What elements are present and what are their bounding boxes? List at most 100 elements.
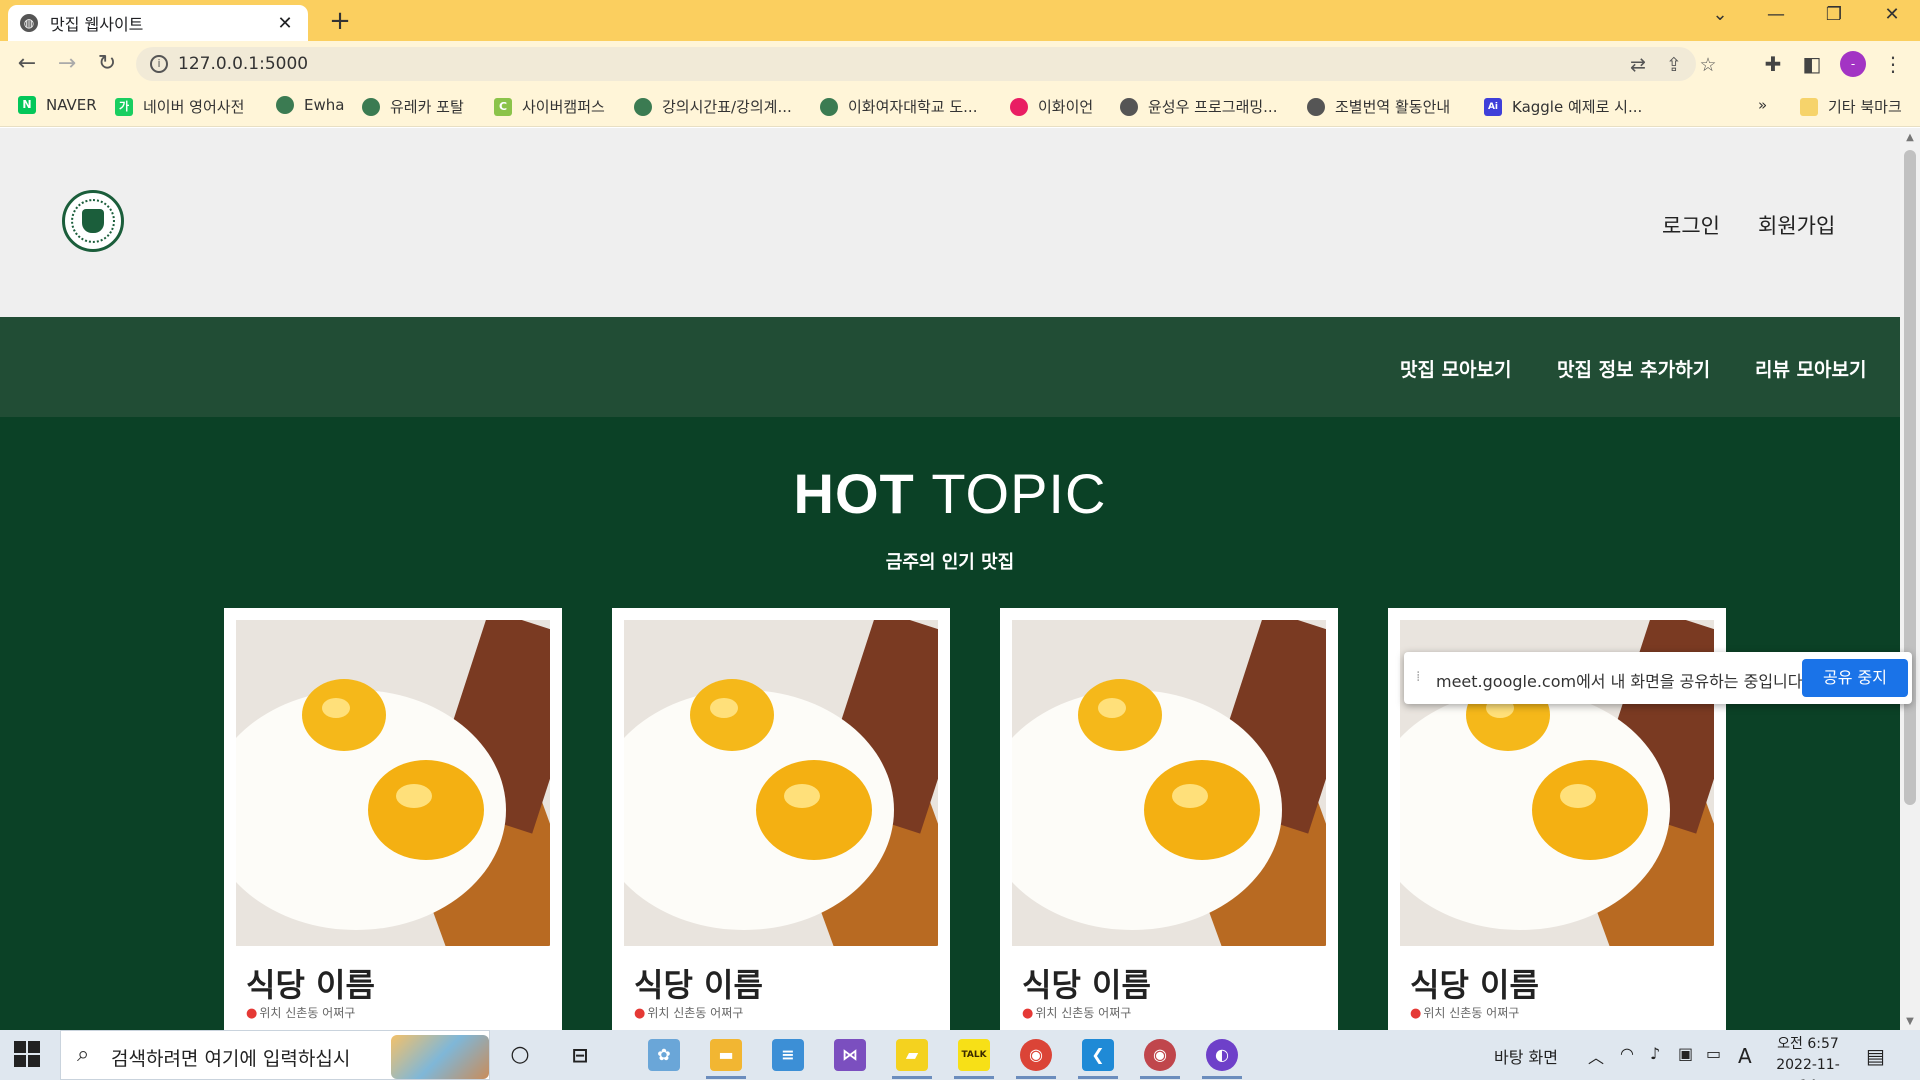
active-indicator <box>1078 1076 1118 1079</box>
volume-icon[interactable]: ♪ <box>1650 1044 1660 1063</box>
battery-icon[interactable]: ▭ <box>1706 1044 1721 1063</box>
ewha-icon <box>362 97 380 116</box>
bookmark-item[interactable]: N NAVER <box>18 96 97 114</box>
location-text: 위치 신촌동 어쩌구 <box>1035 1006 1132 1020</box>
bookmark-star-icon[interactable]: ☆ <box>1696 54 1720 76</box>
signup-link[interactable]: 회원가입 <box>1758 210 1835 240</box>
chrome-icon[interactable]: ◉ <box>1020 1039 1052 1071</box>
browser-tab[interactable]: ◍ 맛집 웹사이트 ✕ <box>8 5 308 41</box>
vscode-icon[interactable]: ❮ <box>1082 1039 1114 1071</box>
flower-icon <box>1010 97 1028 116</box>
bookmark-label: 이화이언 <box>1038 98 1094 116</box>
location-pin-icon: ● <box>246 1006 258 1021</box>
extensions-icon[interactable]: ✚ <box>1760 52 1786 76</box>
restaurant-card[interactable]: 식당 이름 ● 위치 신촌동 어쩌구 <box>1000 608 1338 1030</box>
bookmark-item[interactable]: C 사이버캠퍼스 <box>494 96 605 117</box>
address-bar[interactable]: i 127.0.0.1:5000 ⇄ ⇪ ☆ <box>136 47 1717 81</box>
share-icon[interactable]: ⇪ <box>1662 54 1686 76</box>
ewha-icon <box>276 96 294 114</box>
bookmark-item[interactable]: Ai Kaggle 예제로 시... <box>1484 96 1642 117</box>
active-indicator <box>1140 1076 1180 1079</box>
university-logo-icon[interactable] <box>62 190 124 252</box>
globe-icon <box>1120 97 1138 116</box>
login-link[interactable]: 로그인 <box>1662 210 1720 240</box>
scrollbar-thumb[interactable] <box>1904 150 1916 805</box>
scroll-down-icon[interactable]: ▼ <box>1900 1016 1920 1027</box>
location-text: 위치 신촌동 어쩌구 <box>259 1006 356 1020</box>
bookmark-label: Ewha <box>304 96 345 114</box>
sticky-notes-icon[interactable]: ▰ <box>896 1039 928 1071</box>
cortana-icon[interactable]: ○ <box>504 1039 536 1071</box>
active-indicator <box>892 1076 932 1079</box>
title-bold: HOT <box>793 462 915 525</box>
site-info-icon[interactable]: i <box>150 55 168 73</box>
task-view-icon[interactable]: ⊟ <box>564 1039 596 1071</box>
drag-handle-icon[interactable]: ⁞ <box>1416 669 1420 685</box>
chrome-profile-icon[interactable]: ◉ <box>1144 1039 1176 1071</box>
translate-icon[interactable]: ⇄ <box>1626 54 1650 76</box>
minimize-button[interactable]: — <box>1756 4 1796 25</box>
forward-icon[interactable]: → <box>52 49 82 79</box>
bookmark-item[interactable]: 윤성우 프로그래밍... <box>1120 96 1277 117</box>
bookmarks-overflow-button[interactable]: » <box>1758 96 1767 114</box>
bookmark-item[interactable]: 이화여자대학교 도... <box>820 96 977 117</box>
menu-icon[interactable]: ⋮ <box>1880 52 1906 76</box>
ime-indicator[interactable]: A <box>1738 1044 1752 1068</box>
system-clock[interactable]: 오전 6:57 2022-11-14 <box>1768 1034 1848 1080</box>
nav-restaurant-list[interactable]: 맛집 모아보기 <box>1400 355 1512 382</box>
globe-icon <box>1307 97 1325 116</box>
nav-add-restaurant[interactable]: 맛집 정보 추가하기 <box>1557 355 1710 382</box>
active-indicator <box>706 1076 746 1079</box>
kakaotalk-icon[interactable]: TALK <box>958 1039 990 1071</box>
bookmark-item[interactable]: 조별번역 활동안내 <box>1307 96 1450 117</box>
close-window-button[interactable]: ✕ <box>1872 4 1912 25</box>
restaurant-card[interactable]: 식당 이름 ● 위치 신촌동 어쩌구 <box>224 608 562 1030</box>
new-tab-button[interactable]: + <box>325 6 355 36</box>
tray-overflow-icon[interactable]: ︿ <box>1588 1044 1604 1068</box>
side-panel-icon[interactable]: ◧ <box>1799 52 1825 76</box>
restaurant-card[interactable]: 식당 이름 ● 위치 신촌동 어쩌구 <box>612 608 950 1030</box>
location-pin-icon: ● <box>634 1006 646 1021</box>
search-icon: ⌕ <box>77 1042 90 1067</box>
bookmark-item[interactable]: 유레카 포탈 <box>362 96 464 117</box>
naver-dict-icon: 가 <box>115 97 133 116</box>
paint-icon[interactable]: ✿ <box>648 1039 680 1071</box>
page-scrollbar[interactable]: ▲ ▼ <box>1900 128 1920 1030</box>
back-icon[interactable]: ← <box>12 49 42 79</box>
food-image <box>1012 620 1326 946</box>
bookmark-item[interactable]: 이화이언 <box>1010 96 1093 117</box>
bookmark-item[interactable]: 강의시간표/강의계... <box>634 96 792 117</box>
file-explorer-icon[interactable]: ▬ <box>710 1039 742 1071</box>
bookmark-label: 이화여자대학교 도... <box>848 98 978 116</box>
url-text[interactable]: 127.0.0.1:5000 <box>178 54 308 74</box>
ewha-icon <box>820 97 838 116</box>
other-bookmarks-folder[interactable]: 기타 북마크 <box>1800 96 1902 117</box>
github-desktop-icon[interactable]: ◐ <box>1206 1039 1238 1071</box>
tab-search-icon[interactable]: ⌄ <box>1700 4 1740 25</box>
browser-titlebar: ◍ 맛집 웹사이트 ✕ + ⌄ — ❐ ✕ <box>0 0 1920 41</box>
bookmark-item[interactable]: 가 네이버 영어사전 <box>115 96 244 117</box>
bookmark-label: 강의시간표/강의계... <box>662 98 792 116</box>
bookmark-label: 기타 북마크 <box>1828 98 1902 116</box>
share-message: meet.google.com에서 내 화면을 공유하는 중입니다. <box>1436 672 1808 691</box>
wifi-icon[interactable]: ◠ <box>1620 1044 1634 1063</box>
windows-start-icon[interactable] <box>14 1041 42 1069</box>
desktop-toolbar-label[interactable]: 바탕 화면 <box>1494 1044 1558 1068</box>
notepad-icon[interactable]: ≡ <box>772 1039 804 1071</box>
notification-icon[interactable]: ▤ <box>1866 1044 1885 1068</box>
nav-review-list[interactable]: 리뷰 모아보기 <box>1755 355 1867 382</box>
profile-avatar[interactable]: - <box>1840 51 1866 77</box>
visual-studio-icon[interactable]: ⋈ <box>834 1039 866 1071</box>
restaurant-location: ● 위치 신촌동 어쩌구 <box>634 1004 743 1021</box>
restore-button[interactable]: ❐ <box>1814 4 1854 25</box>
ai-icon: Ai <box>1484 97 1502 116</box>
start-tile <box>28 1041 40 1053</box>
scroll-up-icon[interactable]: ▲ <box>1900 132 1920 143</box>
meet-icon[interactable]: ▣ <box>1678 1044 1693 1063</box>
close-tab-icon[interactable]: ✕ <box>274 13 296 34</box>
stop-sharing-button[interactable]: 공유 중지 <box>1802 659 1908 697</box>
taskbar-search[interactable]: ⌕ 검색하려면 여기에 입력하십시 <box>60 1030 490 1080</box>
reload-icon[interactable]: ↻ <box>92 49 122 79</box>
bookmark-item[interactable]: Ewha <box>276 96 344 114</box>
bookmark-label: NAVER <box>46 96 97 114</box>
